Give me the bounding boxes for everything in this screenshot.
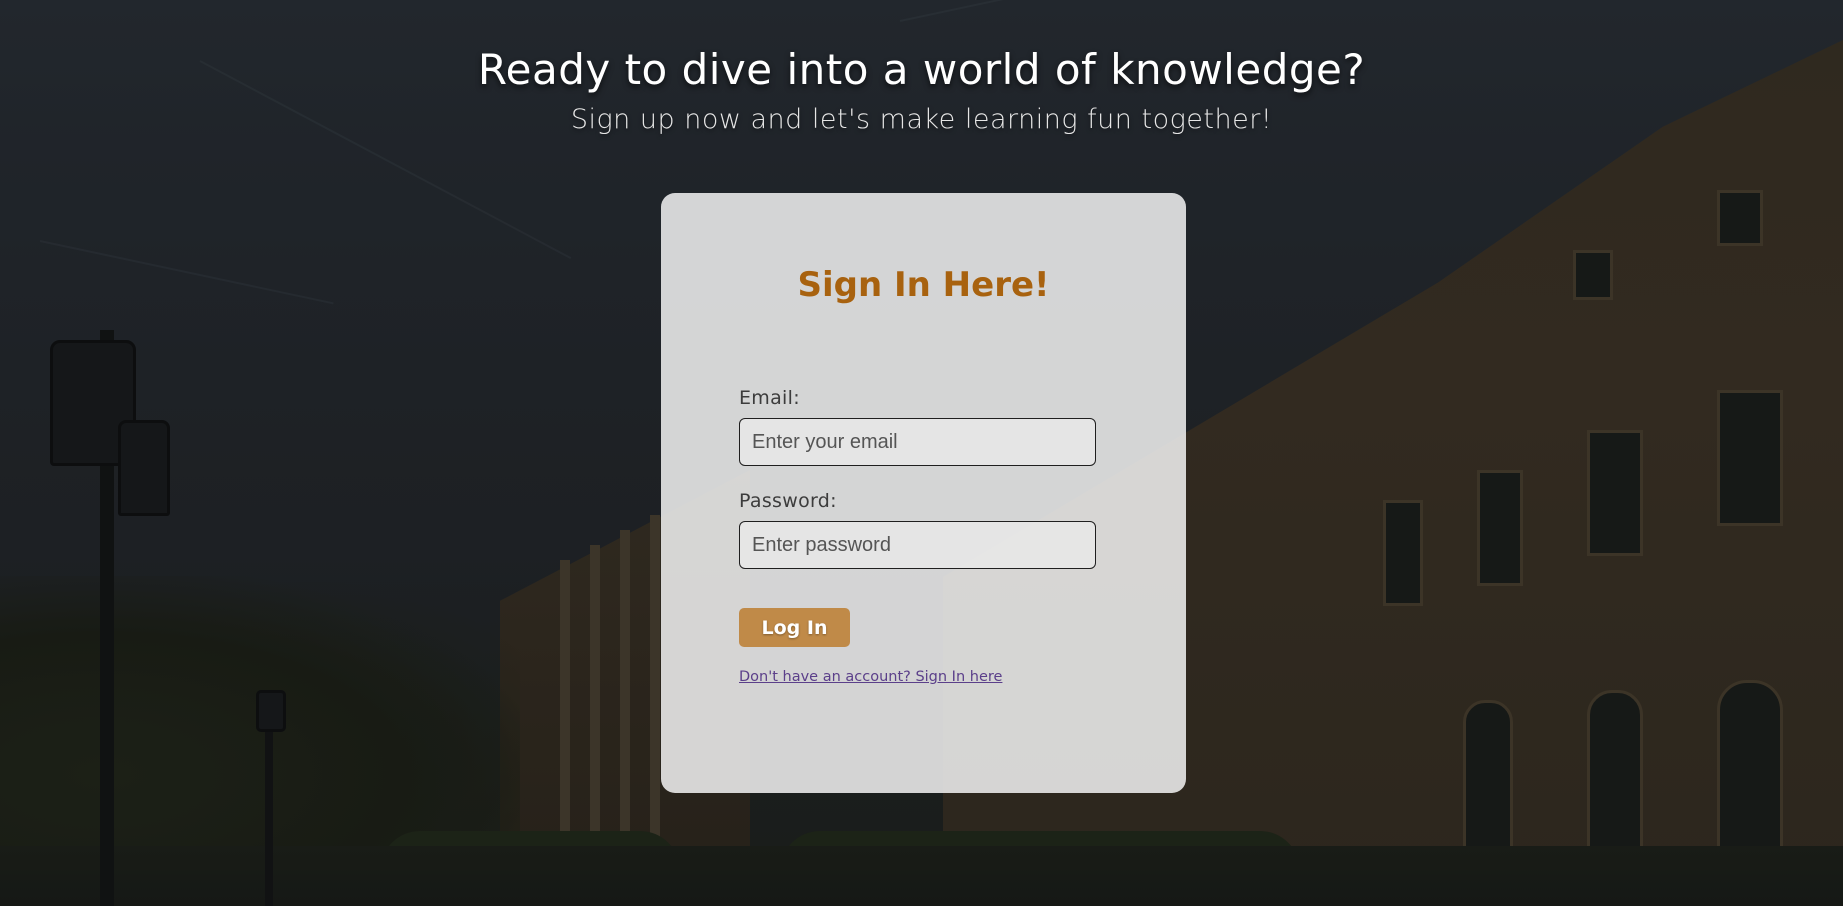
email-field[interactable] — [739, 418, 1096, 466]
hero-subline: Sign up now and let's make learning fun … — [570, 104, 1273, 135]
sign-in-card: Sign In Here! Email: Password: Log In Do… — [661, 193, 1186, 793]
sign-up-link[interactable]: Don't have an account? Sign In here — [739, 669, 1002, 685]
password-field[interactable] — [739, 521, 1096, 569]
email-label: Email: — [739, 387, 800, 409]
password-label: Password: — [739, 490, 837, 512]
hero-header: Ready to dive into a world of knowledge?… — [0, 40, 1843, 140]
hero-headline: Ready to dive into a world of knowledge? — [477, 45, 1366, 94]
sign-in-title: Sign In Here! — [797, 265, 1050, 305]
log-in-button[interactable]: Log In — [739, 608, 850, 647]
